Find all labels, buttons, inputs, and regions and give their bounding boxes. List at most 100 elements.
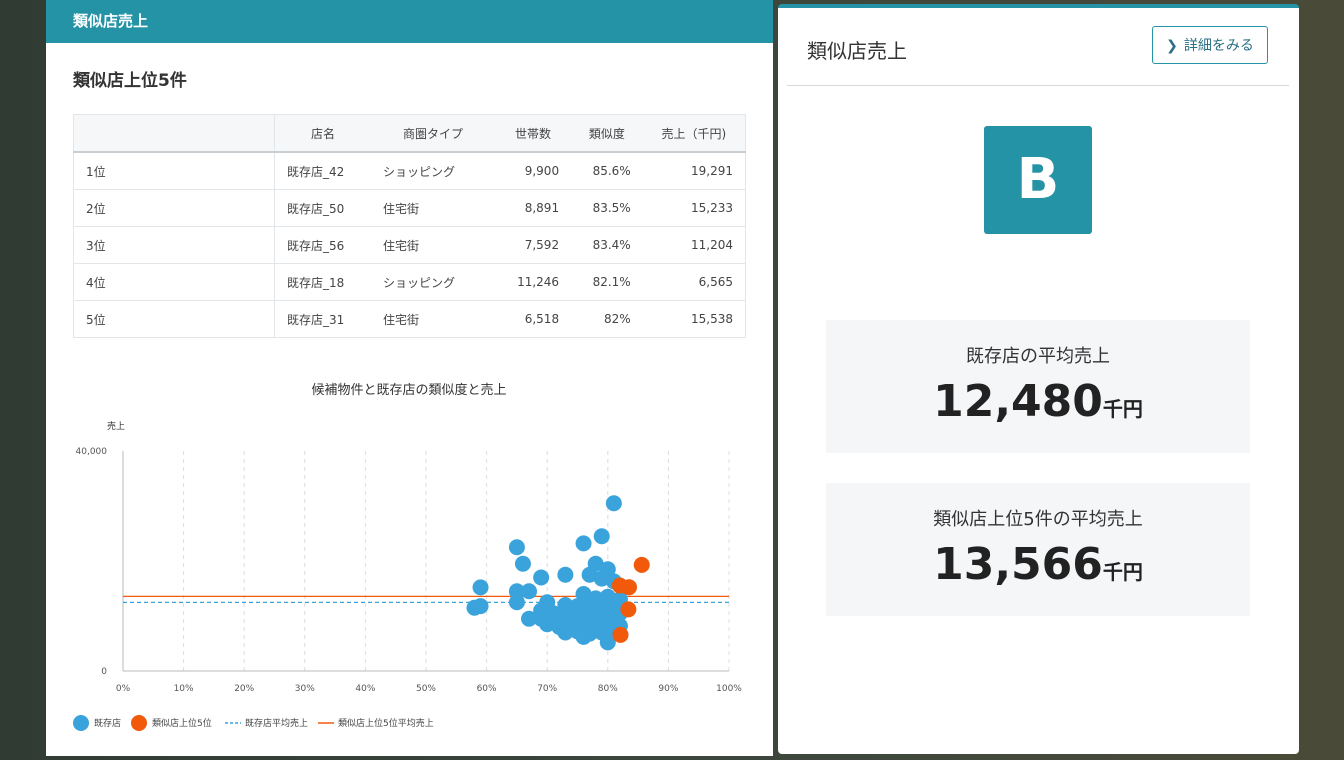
avg-top5-sales-value-row: 13,566千円 [826,539,1250,590]
column-header-sales: 売上（千円) [642,114,746,153]
legend-marker [73,715,89,731]
cell-rank: 1位 [73,152,275,190]
x-tick-label: 80% [598,684,618,694]
top5-table: 店名 商圏タイプ 世帯数 類似度 売上（千円) 1位 既存店_42 ショッピング… [73,114,746,338]
column-header-similarity: 類似度 [571,114,643,153]
top5-store-point [611,577,628,594]
legend-label: 既存店平均売上 [245,717,308,729]
avg-existing-sales-value: 12,480 [933,376,1103,427]
cell-households: 11,246 [495,263,572,301]
panel-header: 類似店売上 [46,0,773,43]
table-header-row: 店名 商圏タイプ 世帯数 類似度 売上（千円) [73,114,746,153]
cell-similarity: 83.5% [571,189,643,227]
view-details-label: 詳細をみる [1183,38,1254,54]
x-tick-label: 10% [174,684,194,694]
cell-similarity: 85.6% [571,152,643,190]
cell-households: 6,518 [495,300,572,338]
cell-area-type: ショッピング [371,263,495,301]
existing-store-point [514,555,531,572]
existing-store-point [557,566,574,583]
sales-summary-panel: 類似店売上 ❯ 詳細をみる B 既存店の平均売上 12,480千円 類似店上位5件… [778,4,1299,754]
existing-store-point [593,528,610,545]
cell-rank: 3位 [73,226,275,264]
table-row: 2位 既存店_50 住宅街 8,891 83.5% 15,233 [73,189,746,227]
existing-store-point [508,539,525,556]
cell-store-name: 既存店_31 [274,300,371,338]
cell-rank: 5位 [73,300,275,338]
cell-store-name: 既存店_42 [274,152,371,190]
similarity-sales-chart: 候補物件と既存店の類似度と売上 売上 0% 10% 20% 30% 40% 50% 60% 7… [46,370,773,756]
cell-area-type: 住宅街 [371,300,495,338]
chart-title: 候補物件と既存店の類似度と売上 [311,382,506,398]
x-tick-label: 40% [355,684,375,694]
top5-store-point [620,601,637,618]
cell-area-type: 住宅街 [371,226,495,264]
legend-label: 類似店上位5位 [152,717,212,729]
avg-top5-sales-card: 類似店上位5件の平均売上 13,566千円 [826,483,1250,616]
x-tick-label: 50% [416,684,436,694]
cell-area-type: 住宅街 [371,189,495,227]
x-tick-label: 60% [477,684,497,694]
avg-existing-sales-card: 既存店の平均売上 12,480千円 [826,320,1250,453]
legend-label: 既存店 [94,717,121,729]
existing-store-point [533,569,550,586]
avg-existing-sales-label: 既存店の平均売上 [966,346,1110,367]
cell-similarity: 83.4% [571,226,643,264]
chart-svg: 候補物件と既存店の類似度と売上 売上 0% 10% 20% 30% 40% 50% 60% 7… [73,382,742,731]
x-tick-label: 70% [537,684,557,694]
column-header-rank [73,114,275,153]
cell-rank: 4位 [73,263,275,301]
table-row: 5位 既存店_31 住宅街 6,518 82% 15,538 [73,300,746,338]
x-tick-label: 20% [234,684,254,694]
avg-existing-sales-value-row: 12,480千円 [826,376,1250,427]
cell-sales: 15,538 [642,300,746,338]
legend-marker [131,715,147,731]
cell-households: 8,891 [495,189,572,227]
section-title: 類似店上位5件 [73,71,187,91]
avg-top5-sales-label: 類似店上位5件の平均売上 [933,509,1143,530]
existing-store-point [466,599,483,616]
existing-store-point [472,579,489,596]
cell-sales: 6,565 [642,263,746,301]
table-row: 1位 既存店_42 ショッピング 9,900 85.6% 19,291 [73,152,746,190]
y-tick-label: 0 [101,667,107,677]
x-tick-label: 0% [116,684,131,694]
y-axis-label: 売上 [107,420,125,432]
cell-households: 9,900 [495,152,572,190]
column-header-area-type: 商圏タイプ [371,114,495,153]
cell-sales: 11,204 [642,226,746,264]
cell-rank: 2位 [73,189,275,227]
cell-store-name: 既存店_56 [274,226,371,264]
cell-store-name: 既存店_18 [274,263,371,301]
legend-label: 類似店上位5位平均売上 [338,717,434,729]
top5-store-point [633,556,650,573]
cell-store-name: 既存店_50 [274,189,371,227]
cell-sales: 19,291 [642,152,746,190]
chevron-right-icon: ❯ [1166,38,1178,54]
avg-top5-sales-value: 13,566 [933,539,1103,590]
view-details-button[interactable]: ❯ 詳細をみる [1152,26,1268,64]
summary-title: 類似店売上 [807,39,907,63]
avg-top5-sales-unit: 千円 [1102,560,1143,584]
divider [787,85,1289,86]
cell-households: 7,592 [495,226,572,264]
existing-store-point [575,535,592,552]
existing-store-point [605,495,622,512]
table-row: 3位 既存店_56 住宅街 7,592 83.4% 11,204 [73,226,746,264]
cell-sales: 15,233 [642,189,746,227]
cell-area-type: ショッピング [371,152,495,190]
table-row: 4位 既存店_18 ショッピング 11,246 82.1% 6,565 [73,263,746,301]
y-tick-label: 40,000 [76,447,108,457]
x-tick-label: 90% [658,684,678,694]
existing-store-point [521,583,538,600]
grade-badge: B [984,126,1092,234]
column-header-store-name: 店名 [274,114,371,153]
similar-store-sales-panel: 類似店売上 類似店上位5件 店名 商圏タイプ 世帯数 類似度 売上（千円) 1位… [46,0,773,756]
x-tick-label: 30% [295,684,315,694]
cell-similarity: 82% [571,300,643,338]
avg-existing-sales-unit: 千円 [1102,397,1143,421]
cell-similarity: 82.1% [571,263,643,301]
top5-store-point [612,626,629,643]
x-tick-label: 100% [716,684,742,694]
existing-store-point [575,628,592,645]
